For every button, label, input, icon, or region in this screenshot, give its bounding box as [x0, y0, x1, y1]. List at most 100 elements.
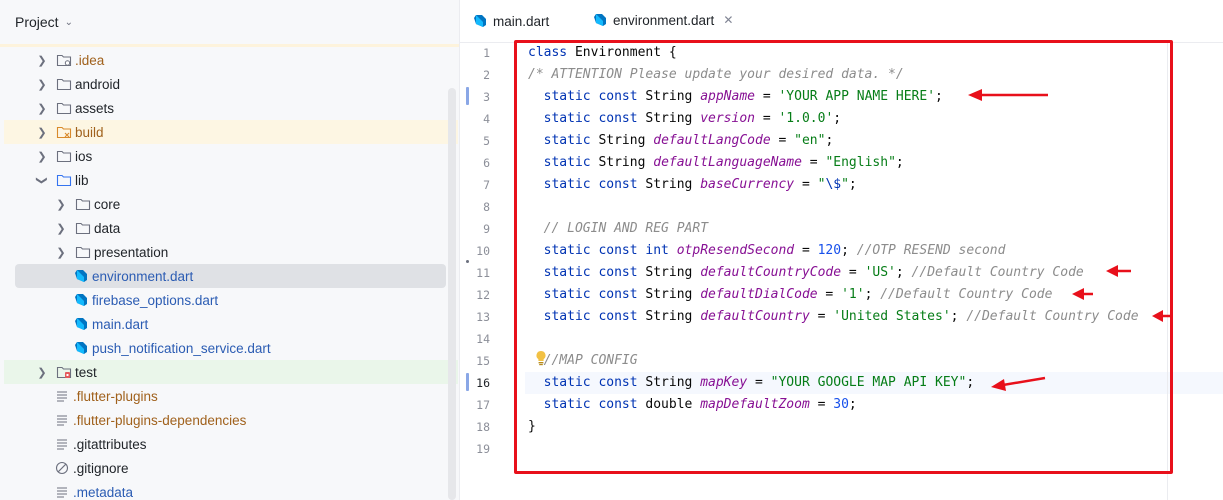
project-panel: Project ⌄ ❯ .idea ❯ android ❯ assets ❯ b…	[0, 0, 460, 500]
tree-item-label: .gitignore	[73, 460, 129, 476]
vcs-change-marker[interactable]	[466, 87, 469, 105]
tree-item-metadata[interactable]: .metadata	[4, 480, 448, 500]
annotation-arrow-icon	[1152, 310, 1171, 322]
tree-item-label: .metadata	[73, 484, 134, 500]
chevron-right-icon[interactable]: ❯	[34, 126, 50, 139]
line-number: 3	[483, 90, 490, 104]
folder-icon	[56, 100, 72, 116]
annotation-highlight-box	[514, 40, 1173, 474]
tree-item-data[interactable]: ❯ data	[4, 216, 448, 240]
line-number: 4	[483, 112, 490, 126]
chevron-down-icon[interactable]: ⌄	[65, 17, 73, 28]
annotation-arrow-icon	[1072, 288, 1093, 300]
line-number: 1	[483, 46, 490, 60]
tree-item-label: firebase_options.dart	[92, 292, 219, 308]
chevron-right-icon[interactable]: ❯	[53, 246, 69, 259]
editor-tab-bar: main.dart environment.dart ✕	[460, 0, 1223, 43]
line-number: 10	[476, 244, 490, 258]
tree-item-label: build	[75, 124, 104, 140]
tree-item-label: data	[94, 220, 121, 236]
tree-item-label: main.dart	[92, 316, 149, 332]
tree-divider	[0, 44, 459, 47]
line-number: 18	[476, 420, 490, 434]
ignore-file-icon	[54, 460, 70, 476]
vcs-change-marker[interactable]	[466, 373, 469, 391]
line-number: 11	[476, 266, 490, 280]
line-number: 7	[483, 178, 490, 192]
tree-item-build[interactable]: ❯ build	[4, 120, 458, 144]
tree-item-label: environment.dart	[92, 268, 194, 284]
project-header[interactable]: Project ⌄	[0, 0, 459, 44]
tree-item-firebase-options-dart[interactable]: firebase_options.dart	[4, 288, 448, 312]
test-folder-icon	[56, 364, 72, 380]
dart-file-icon	[73, 292, 89, 308]
dart-file-icon	[592, 12, 608, 28]
tree-item-label: .gitattributes	[73, 436, 147, 452]
text-file-icon	[54, 484, 70, 500]
tree-item-gitignore[interactable]: .gitignore	[4, 456, 448, 480]
dart-file-icon	[472, 13, 488, 29]
line-number: 9	[483, 222, 490, 236]
tree-item-lib[interactable]: ❯ lib	[4, 168, 448, 192]
text-file-icon	[54, 412, 70, 428]
line-number: 19	[476, 442, 490, 456]
chevron-right-icon[interactable]: ❯	[34, 54, 50, 67]
project-scrollbar[interactable]	[448, 88, 456, 500]
tree-item-label: test	[75, 364, 97, 380]
line-number: 15	[476, 354, 490, 368]
chevron-right-icon[interactable]: ❯	[34, 366, 50, 379]
tree-item-label: .flutter-plugins-dependencies	[73, 412, 247, 428]
annotation-arrow-icon	[968, 89, 1048, 101]
tree-item-label: assets	[75, 100, 115, 116]
folder-icon	[75, 220, 91, 236]
line-number: 6	[483, 156, 490, 170]
tree-item-flutter-plugins-dependencies[interactable]: .flutter-plugins-dependencies	[4, 408, 448, 432]
source-folder-icon	[56, 172, 72, 188]
fold-marker-icon[interactable]	[466, 260, 469, 263]
line-number: 17	[476, 398, 490, 412]
tree-item-push-notification-service-dart[interactable]: push_notification_service.dart	[4, 336, 448, 360]
tab-main-dart[interactable]: main.dart	[472, 0, 549, 42]
folder-icon	[75, 196, 91, 212]
line-number: 8	[483, 200, 490, 214]
tree-item-environment-dart[interactable]: environment.dart	[15, 264, 446, 288]
dart-file-icon	[73, 268, 89, 284]
tree-item-label: core	[94, 196, 121, 212]
tree-item-label: push_notification_service.dart	[92, 340, 271, 356]
tree-item-gitattributes[interactable]: .gitattributes	[4, 432, 448, 456]
chevron-right-icon[interactable]: ❯	[34, 102, 50, 115]
excluded-folder-icon	[56, 124, 72, 140]
line-number: 13	[476, 310, 490, 324]
tree-item-ios[interactable]: ❯ ios	[4, 144, 448, 168]
text-file-icon	[54, 388, 70, 404]
tree-item-idea[interactable]: ❯ .idea	[4, 48, 448, 72]
tab-environment-dart[interactable]: environment.dart ✕	[588, 0, 742, 42]
annotation-arrow-icon	[991, 376, 1046, 391]
tree-item-android[interactable]: ❯ android	[4, 72, 448, 96]
tree-item-label: ios	[75, 148, 93, 164]
chevron-right-icon[interactable]: ❯	[34, 150, 50, 163]
tree-item-test[interactable]: ❯ test	[4, 360, 458, 384]
line-number: 5	[483, 134, 490, 148]
tree-item-main-dart[interactable]: main.dart	[4, 312, 448, 336]
tab-label: environment.dart	[613, 12, 715, 28]
project-title[interactable]: Project	[15, 14, 59, 30]
tree-item-presentation[interactable]: ❯ presentation	[4, 240, 448, 264]
tree-item-assets[interactable]: ❯ assets	[4, 96, 448, 120]
close-icon[interactable]: ✕	[723, 13, 733, 27]
folder-icon	[56, 76, 72, 92]
chevron-right-icon[interactable]: ❯	[53, 198, 69, 211]
tree-item-label: .flutter-plugins	[73, 388, 158, 404]
line-number: 14	[476, 332, 490, 346]
tree-item-flutter-plugins[interactable]: .flutter-plugins	[4, 384, 448, 408]
tab-label: main.dart	[493, 13, 550, 29]
tree-item-core[interactable]: ❯ core	[4, 192, 448, 216]
chevron-right-icon[interactable]: ❯	[53, 222, 69, 235]
chevron-right-icon[interactable]: ❯	[34, 78, 50, 91]
line-number-current: 16	[476, 376, 490, 390]
tree-item-label: lib	[75, 172, 89, 188]
config-folder-icon	[56, 52, 72, 68]
tree-item-label: .idea	[75, 52, 105, 68]
chevron-down-icon[interactable]: ❯	[36, 172, 49, 188]
tree-item-label: android	[75, 76, 121, 92]
